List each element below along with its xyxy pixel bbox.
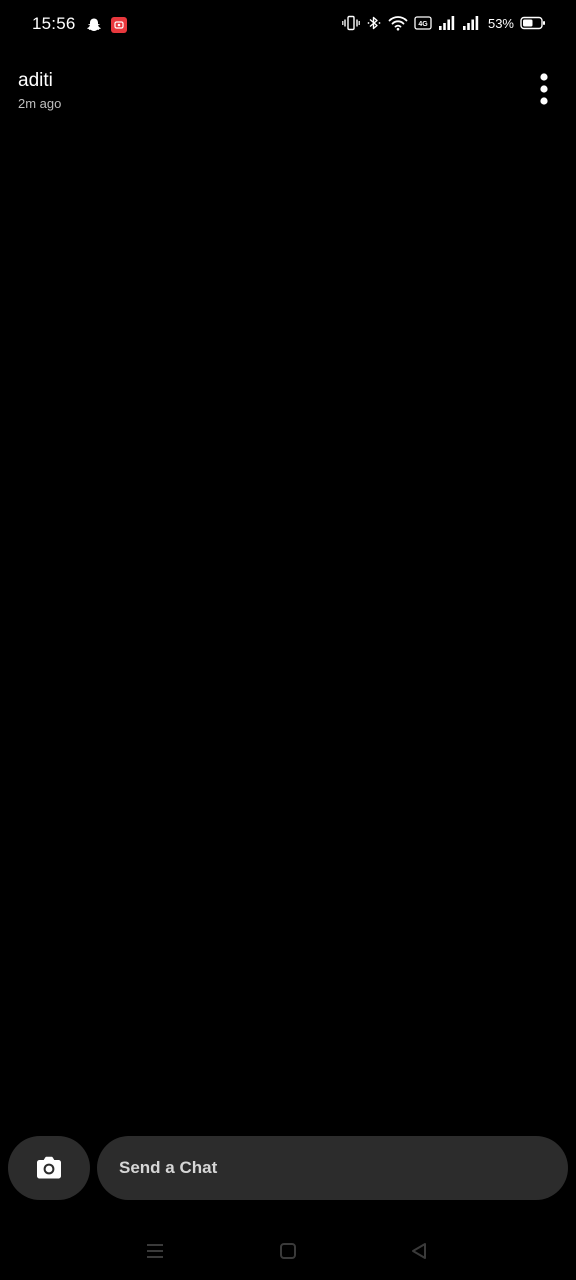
camera-button[interactable] [8, 1136, 90, 1200]
svg-text:4G: 4G [418, 21, 428, 28]
snapchat-ghost-icon [86, 17, 102, 33]
recent-apps-button[interactable] [140, 1236, 170, 1266]
screen-record-icon [110, 16, 128, 34]
more-vertical-icon [539, 72, 549, 108]
signal-icon [438, 15, 456, 31]
bluetooth-icon [366, 15, 382, 31]
battery-icon [520, 15, 546, 31]
more-options-button[interactable] [526, 68, 562, 112]
status-bar: 15:56 4G 53% [0, 0, 576, 52]
chat-composer: Send a Chat [0, 1134, 576, 1202]
back-icon [410, 1242, 428, 1260]
home-button[interactable] [273, 1236, 303, 1266]
signal-icon [462, 15, 480, 31]
chat-input-placeholder: Send a Chat [119, 1158, 218, 1177]
home-icon [279, 1242, 297, 1260]
battery-percent: 53% [487, 15, 514, 31]
volte-icon: 4G [414, 15, 432, 31]
last-seen-label: 2m ago [18, 96, 62, 111]
system-nav-bar [0, 1222, 576, 1280]
camera-icon [34, 1155, 64, 1181]
chat-input[interactable]: Send a Chat [97, 1136, 568, 1200]
wifi-icon [388, 15, 408, 31]
status-right-icons: 4G 53% [342, 15, 546, 31]
back-button[interactable] [404, 1236, 434, 1266]
contact-name[interactable]: aditi [18, 70, 53, 92]
menu-icon [145, 1242, 165, 1260]
status-time: 15:56 [32, 14, 76, 33]
status-left-icons [86, 16, 128, 34]
vibrate-icon [342, 15, 360, 31]
chat-header: aditi 2m ago [0, 60, 576, 120]
